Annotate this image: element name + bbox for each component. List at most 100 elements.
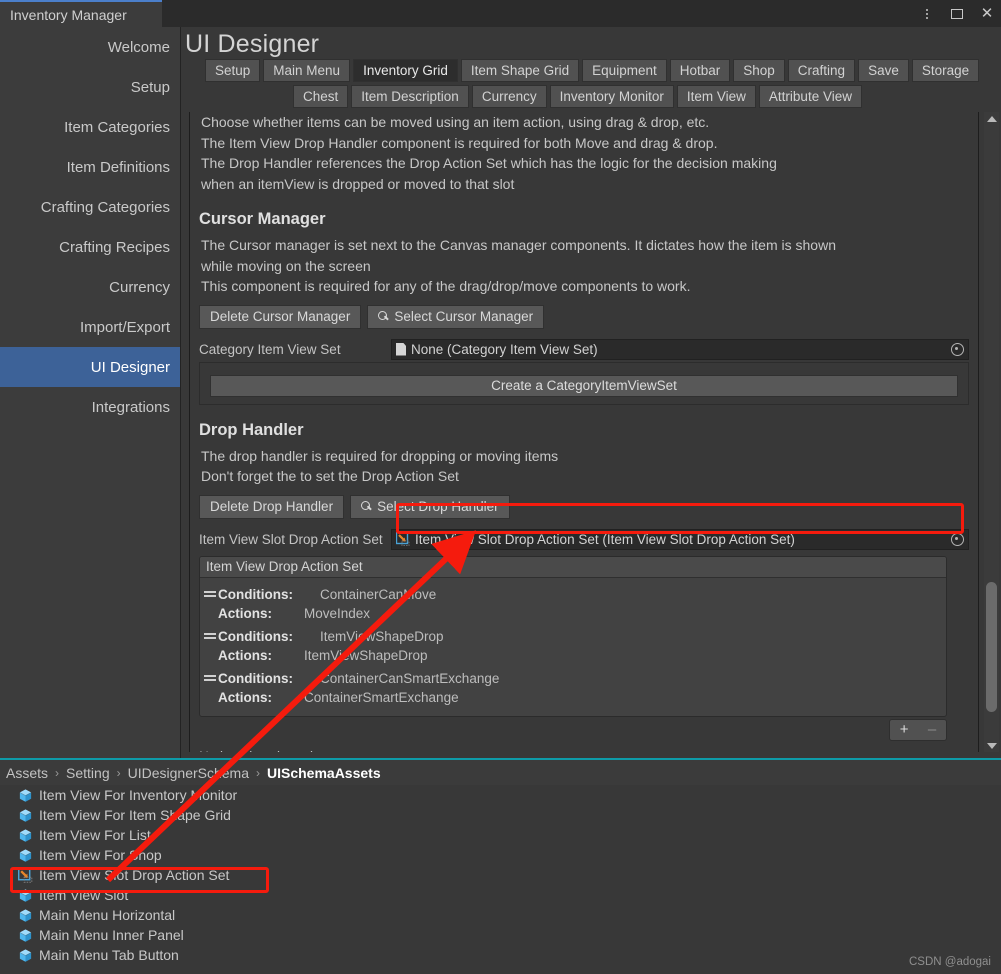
breadcrumb-item-uischemaassets[interactable]: UISchemaAssets bbox=[267, 765, 381, 781]
add-action-button[interactable]: + bbox=[900, 721, 909, 738]
list-item[interactable]: Main Menu Inner Panel bbox=[0, 925, 1001, 945]
kebab-menu-icon[interactable] bbox=[919, 6, 935, 22]
tab-crafting[interactable]: Crafting bbox=[787, 59, 856, 82]
object-picker-icon[interactable] bbox=[950, 532, 964, 546]
drag-handle-icon[interactable] bbox=[204, 591, 216, 597]
tab-attribute-view[interactable]: Attribute View bbox=[758, 85, 862, 108]
sidebar: Welcome Setup Item Categories Item Defin… bbox=[0, 27, 181, 758]
tab-main-menu[interactable]: Main Menu bbox=[263, 59, 351, 82]
breadcrumb-separator-icon: › bbox=[116, 765, 121, 780]
breadcrumb-item-uidesignerschema[interactable]: UIDesignerSchema bbox=[128, 765, 249, 781]
scrollbar-thumb[interactable] bbox=[986, 582, 997, 712]
list-item[interactable]: Item View Slot bbox=[0, 885, 1001, 905]
drag-handle-icon[interactable] bbox=[204, 675, 216, 681]
breadcrumb-item-setting[interactable]: Setting bbox=[66, 765, 110, 781]
sidebar-item-welcome[interactable]: Welcome bbox=[0, 27, 180, 67]
drop-action-set-list: Item View Drop Action Set Conditions: Co… bbox=[199, 555, 947, 717]
list-item[interactable]: Item View For Shop bbox=[0, 845, 1001, 865]
maximize-icon[interactable] bbox=[949, 6, 965, 22]
sidebar-item-integrations[interactable]: Integrations bbox=[0, 387, 180, 427]
tab-item-view[interactable]: Item View bbox=[676, 85, 756, 108]
tab-currency[interactable]: Currency bbox=[471, 85, 547, 108]
window-controls: ✕ bbox=[919, 0, 995, 27]
prefab-cube-icon bbox=[18, 808, 33, 823]
close-icon[interactable]: ✕ bbox=[979, 6, 995, 22]
cursor-manager-heading: Cursor Manager bbox=[199, 210, 326, 228]
tab-storage[interactable]: Storage bbox=[911, 59, 980, 82]
cursor-manager-desc-1: The Cursor manager is set next to the Ca… bbox=[201, 237, 836, 253]
window-tab-label: Inventory Manager bbox=[10, 6, 127, 23]
select-cursor-manager-button[interactable]: Select Cursor Manager bbox=[367, 304, 545, 329]
select-cursor-manager-label: Select Cursor Manager bbox=[394, 309, 534, 324]
prefab-cube-icon bbox=[18, 928, 33, 943]
create-category-item-view-set-wrap: Create a CategoryItemViewSet bbox=[199, 361, 969, 405]
tab-bar-row-1: Setup Main Menu Inventory Grid Item Shap… bbox=[181, 59, 1001, 82]
sidebar-item-label: Currency bbox=[109, 278, 170, 296]
drag-handle-icon[interactable] bbox=[204, 633, 216, 639]
breadcrumb-item-assets[interactable]: Assets bbox=[6, 765, 48, 781]
inspector-scrollbar[interactable] bbox=[984, 112, 999, 752]
list-item[interactable]: Item View For Inventory Monitor bbox=[0, 785, 1001, 805]
sidebar-item-item-definitions[interactable]: Item Definitions bbox=[0, 147, 180, 187]
tab-item-shape-grid[interactable]: Item Shape Grid bbox=[460, 59, 580, 82]
select-drop-handler-button[interactable]: Select Drop Handler bbox=[350, 494, 510, 519]
tab-hotbar[interactable]: Hotbar bbox=[669, 59, 731, 82]
item-view-slot-drop-action-set-value: Item View Slot Drop Action Set (Item Vie… bbox=[415, 531, 795, 547]
sidebar-item-import-export[interactable]: Import/Export bbox=[0, 307, 180, 347]
delete-drop-handler-button[interactable]: Delete Drop Handler bbox=[199, 494, 345, 519]
sidebar-item-item-categories[interactable]: Item Categories bbox=[0, 107, 180, 147]
conditions-value: ContainerCanSmartExchange bbox=[320, 670, 500, 686]
tab-item-description[interactable]: Item Description bbox=[351, 85, 469, 108]
intro-line-1: Choose whether items can be moved using … bbox=[201, 114, 710, 130]
action-set-group[interactable]: Conditions: ContainerCanMove Actions: Mo… bbox=[200, 583, 946, 625]
search-icon bbox=[361, 501, 372, 512]
remove-action-button[interactable]: – bbox=[928, 721, 936, 738]
actions-label: Actions: bbox=[218, 605, 272, 621]
tab-shop[interactable]: Shop bbox=[733, 59, 785, 82]
create-category-item-view-set-button[interactable]: Create a CategoryItemViewSet bbox=[210, 374, 958, 397]
conditions-value: ItemViewShapeDrop bbox=[320, 628, 444, 644]
list-item-label: Item View For Item Shape Grid bbox=[39, 807, 231, 823]
list-item[interactable]: Item View For List bbox=[0, 825, 1001, 845]
category-item-view-set-field[interactable]: None (Category Item View Set) bbox=[391, 338, 969, 360]
tab-chest[interactable]: Chest bbox=[293, 85, 349, 108]
tab-save[interactable]: Save bbox=[858, 59, 909, 82]
conditions-label: Conditions: bbox=[218, 586, 293, 602]
sidebar-item-ui-designer[interactable]: UI Designer bbox=[0, 347, 180, 387]
tab-setup[interactable]: Setup bbox=[205, 59, 261, 82]
scroll-up-arrow-icon[interactable] bbox=[984, 112, 999, 125]
action-set-group[interactable]: Conditions: ItemViewShapeDrop Actions: I… bbox=[200, 625, 946, 667]
sidebar-item-crafting-recipes[interactable]: Crafting Recipes bbox=[0, 227, 180, 267]
selection-status: No item is selected bbox=[199, 749, 969, 753]
list-item[interactable]: Item View For Item Shape Grid bbox=[0, 805, 1001, 825]
window-tab-inventory-manager[interactable]: Inventory Manager bbox=[0, 0, 162, 27]
list-item-label: Item View For Shop bbox=[39, 847, 162, 863]
list-item[interactable]: Main Menu Horizontal bbox=[0, 905, 1001, 925]
actions-label: Actions: bbox=[218, 689, 272, 705]
list-item-highlighted[interactable]: Item View Slot Drop Action Set bbox=[0, 865, 1001, 885]
sidebar-item-label: Crafting Recipes bbox=[59, 238, 170, 256]
delete-cursor-manager-button[interactable]: Delete Cursor Manager bbox=[199, 304, 362, 329]
scriptable-object-icon bbox=[17, 867, 33, 883]
drop-handler-buttons: Delete Drop Handler Select Drop Handler bbox=[199, 494, 969, 519]
breadcrumb-separator-icon: › bbox=[55, 765, 60, 780]
sidebar-item-currency[interactable]: Currency bbox=[0, 267, 180, 307]
conditions-value: ContainerCanMove bbox=[320, 586, 437, 602]
sidebar-item-crafting-categories[interactable]: Crafting Categories bbox=[0, 187, 180, 227]
prefab-cube-icon bbox=[18, 888, 33, 903]
tab-inventory-grid[interactable]: Inventory Grid bbox=[353, 59, 458, 82]
window-title-bar: Inventory Manager ✕ bbox=[0, 0, 1001, 27]
intro-line-2: The Item View Drop Handler component is … bbox=[201, 134, 718, 151]
tab-equipment[interactable]: Equipment bbox=[582, 59, 667, 82]
item-view-slot-drop-action-set-field[interactable]: Item View Slot Drop Action Set (Item Vie… bbox=[391, 528, 969, 550]
tab-inventory-monitor[interactable]: Inventory Monitor bbox=[549, 85, 674, 108]
action-set-group[interactable]: Conditions: ContainerCanSmartExchange Ac… bbox=[200, 667, 946, 709]
document-icon bbox=[396, 342, 406, 356]
object-picker-icon[interactable] bbox=[950, 342, 964, 356]
sidebar-item-setup[interactable]: Setup bbox=[0, 67, 180, 107]
scroll-down-arrow-icon[interactable] bbox=[984, 739, 999, 752]
sidebar-item-label: Item Categories bbox=[64, 118, 170, 136]
project-panel: Assets › Setting › UIDesignerSchema › UI… bbox=[0, 758, 1001, 974]
list-item[interactable]: Main Menu Tab Button bbox=[0, 945, 1001, 965]
intro-line-3: The Drop Handler references the Drop Act… bbox=[201, 155, 777, 171]
